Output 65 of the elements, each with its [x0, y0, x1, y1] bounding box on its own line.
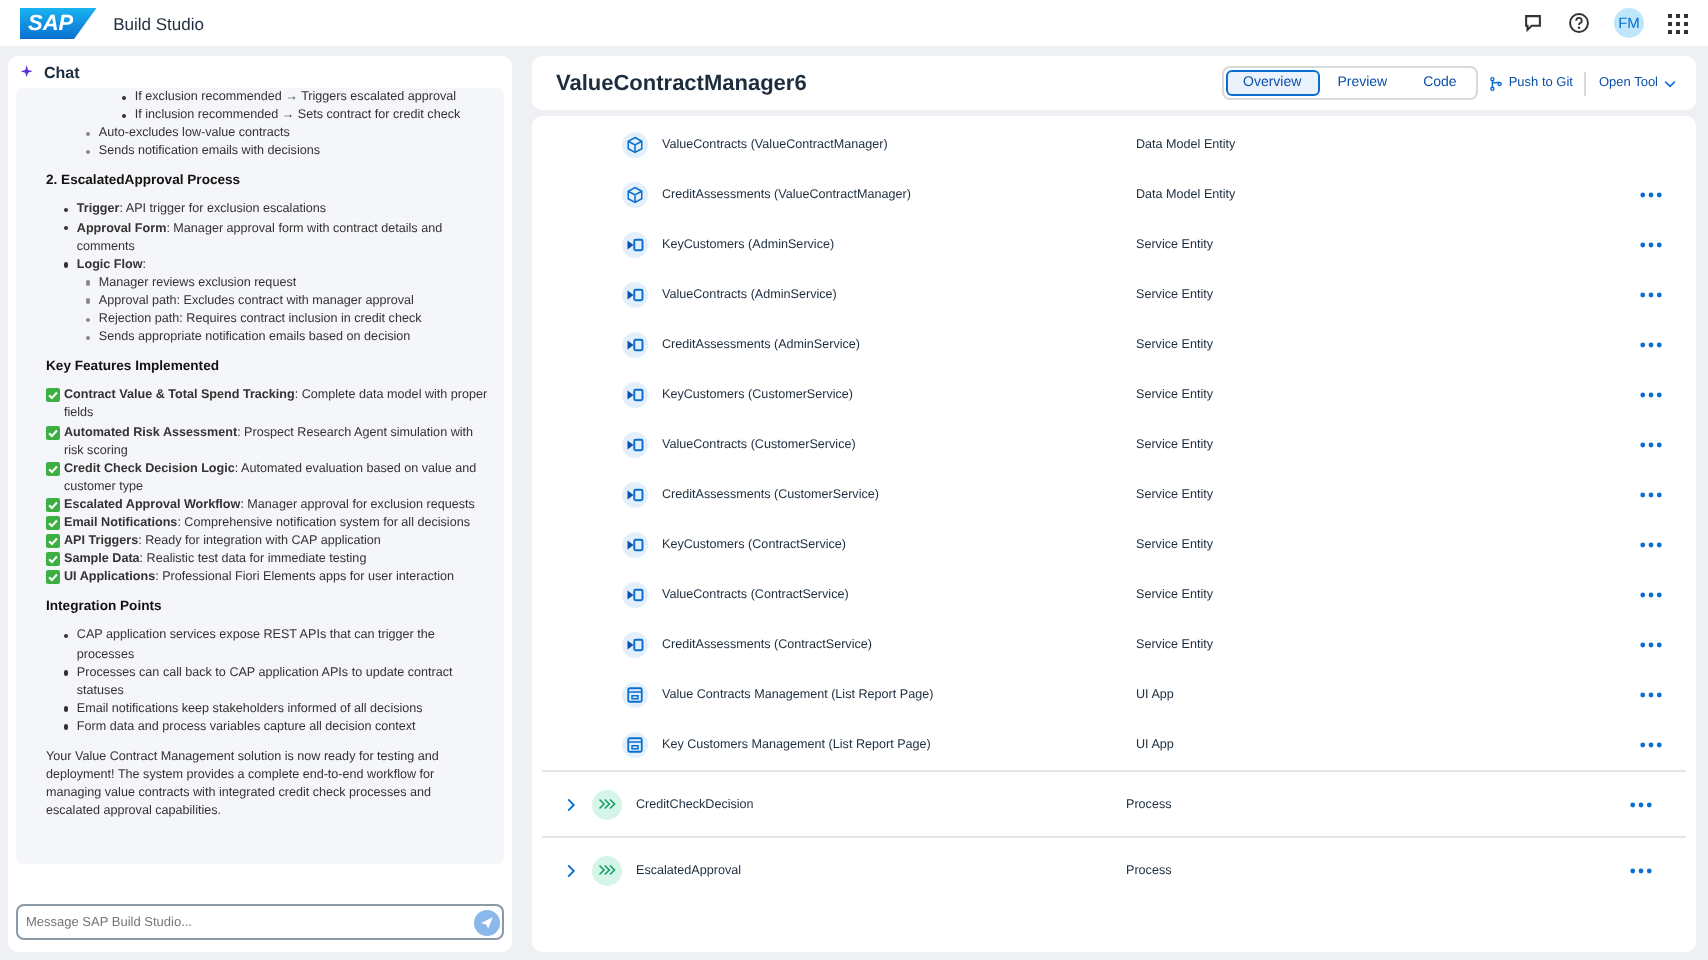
check-icon: [46, 461, 60, 476]
bullet-icon: [86, 149, 91, 155]
service-icon: [622, 282, 648, 308]
cube-icon: [622, 132, 648, 158]
more-options-button[interactable]: [1626, 863, 1656, 877]
bullet-icon: [122, 95, 127, 100]
bullet-icon: [86, 280, 91, 286]
service-icon: [622, 482, 648, 508]
bullet-icon: [86, 298, 91, 304]
service-icon: [622, 532, 648, 558]
check-icon: [46, 425, 60, 439]
more-options-button[interactable]: [1636, 288, 1666, 302]
caret-icon: [1664, 79, 1676, 87]
git-icon: [1490, 75, 1503, 91]
check-icon: [46, 388, 60, 403]
check-icon: [46, 534, 60, 549]
bullet-icon: [64, 724, 69, 730]
more-options-button[interactable]: [1636, 488, 1666, 502]
app-window-icon: [622, 732, 648, 758]
process-icon: [592, 855, 622, 885]
more-options-button[interactable]: [1636, 188, 1666, 202]
service-icon: [622, 232, 648, 258]
check-icon: [46, 552, 60, 567]
app-window-icon: [622, 682, 648, 708]
more-options-button[interactable]: [1626, 797, 1656, 811]
bullet-icon: [64, 706, 69, 712]
process-icon: [592, 789, 622, 819]
service-icon: [622, 332, 648, 358]
help-icon[interactable]: [1568, 12, 1590, 34]
check-icon: [46, 515, 60, 530]
bullet-icon: [64, 207, 69, 213]
app-grid-icon[interactable]: [1668, 13, 1688, 33]
chevron-icon[interactable]: [566, 797, 576, 811]
more-options-button[interactable]: [1636, 638, 1666, 652]
service-icon: [622, 432, 648, 458]
product-name: Build Studio: [113, 13, 204, 33]
bullet-icon: [64, 633, 69, 639]
more-options-button[interactable]: [1636, 238, 1666, 252]
more-options-button[interactable]: [1636, 438, 1666, 452]
more-options-button[interactable]: [1636, 338, 1666, 352]
bullet-icon: [64, 670, 69, 676]
bullet-icon: [86, 131, 91, 137]
bullet-icon: [64, 226, 69, 231]
sparkle-icon: [20, 64, 36, 80]
more-options-button[interactable]: [1636, 588, 1666, 602]
more-options-button[interactable]: [1636, 538, 1666, 552]
cube-icon: [622, 182, 648, 208]
bullet-icon: [86, 335, 91, 341]
sap-logo: SAP: [20, 7, 98, 39]
more-options-button[interactable]: [1636, 388, 1666, 402]
more-options-button[interactable]: [1636, 738, 1666, 752]
project-title: ValueContractManager6: [556, 71, 807, 95]
chevron-icon[interactable]: [566, 863, 576, 877]
bullet-icon: [122, 113, 127, 118]
service-icon: [622, 582, 648, 608]
service-icon: [622, 632, 648, 658]
check-icon: [46, 497, 60, 512]
feedback-icon[interactable]: [1522, 12, 1544, 34]
more-options-button[interactable]: [1636, 688, 1666, 702]
chat-title: Chat: [44, 63, 80, 81]
bullet-icon: [64, 262, 69, 268]
check-icon: [46, 570, 60, 585]
paper-plane-icon: [480, 915, 494, 929]
service-icon: [622, 382, 648, 408]
bullet-icon: [86, 317, 91, 322]
